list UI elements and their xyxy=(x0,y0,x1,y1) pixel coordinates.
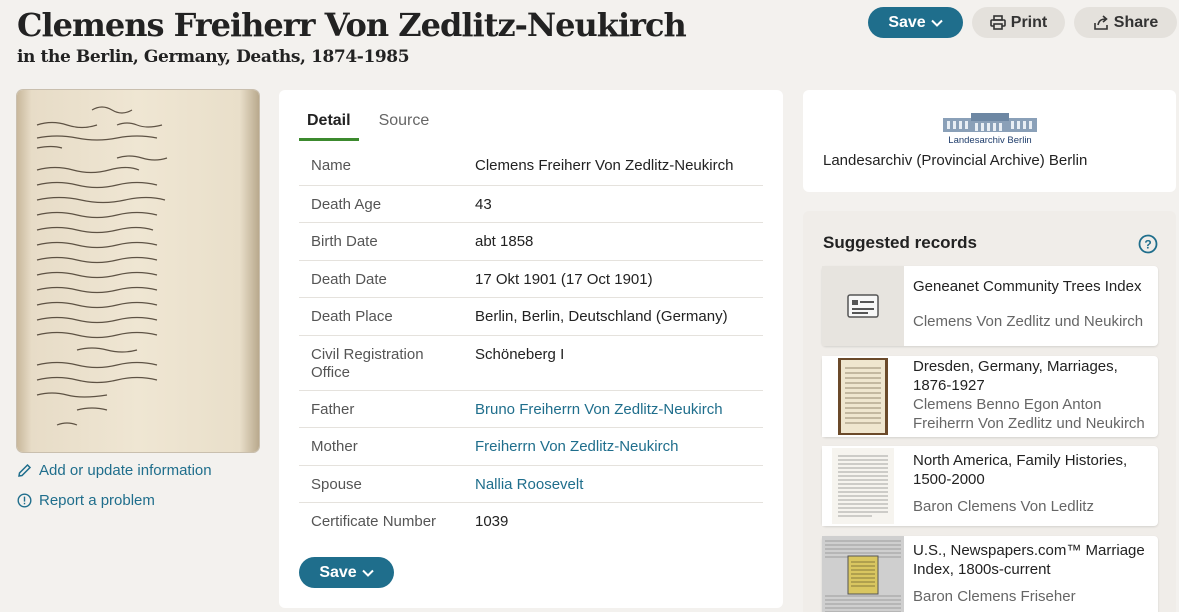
suggested-record-item[interactable]: U.S., Newspapers.com™ Marriage Index, 18… xyxy=(822,536,1158,612)
pencil-icon xyxy=(18,463,32,477)
suggested-record-title: Geneanet Community Trees Index xyxy=(913,278,1142,295)
detail-value: abt 1858 xyxy=(475,233,534,250)
suggested-record-item[interactable]: Geneanet Community Trees Index Clemens V… xyxy=(822,266,1158,346)
printed-page-image xyxy=(832,448,894,524)
detail-row-certificate: Certificate Number 1039 xyxy=(299,502,763,540)
handwritten-document-image xyxy=(36,106,168,426)
archive-card[interactable]: Landesarchiv Berlin Landesarchiv (Provin… xyxy=(803,90,1176,192)
help-icon[interactable]: ? xyxy=(1138,234,1158,254)
detail-row-spouse: Spouse Nallia Roosevelt xyxy=(299,464,763,503)
chevron-down-icon xyxy=(930,19,943,27)
record-image-thumbnail[interactable] xyxy=(17,90,259,452)
tab-bar: Detail Source xyxy=(299,110,437,141)
detail-value: 1039 xyxy=(475,513,509,530)
detail-value: Berlin, Berlin, Deutschland (Germany) xyxy=(475,308,728,325)
detail-row-father: Father Bruno Freiherrn Von Zedlitz-Neuki… xyxy=(299,389,763,428)
mother-link[interactable]: Freiherrn Von Zedlitz-Neukirch xyxy=(475,438,763,457)
suggested-record-title: Dresden, Germany, Marriages, 1876-1927 xyxy=(913,358,1118,394)
record-thumbnail xyxy=(822,356,904,437)
save-button-bottom[interactable]: Save xyxy=(299,557,394,588)
record-thumbnail xyxy=(822,266,904,346)
detail-value: 17 Okt 1901 (17 Oct 1901) xyxy=(475,270,653,288)
suggested-record-subtitle: Baron Clemens Von Ledlitz xyxy=(913,498,1094,515)
father-link[interactable]: Bruno Freiherrn Von Zedlitz-Neukirch xyxy=(475,401,763,420)
report-problem-label: Report a problem xyxy=(39,492,155,509)
spouse-link[interactable]: Nallia Roosevelt xyxy=(475,476,763,495)
detail-label: Death Date xyxy=(311,270,387,288)
detail-label: Spouse xyxy=(311,475,362,493)
suggested-record-item[interactable]: North America, Family Histories, 1500-20… xyxy=(822,446,1158,526)
detail-label: Civil Registration Office xyxy=(311,345,424,381)
print-button[interactable]: Print xyxy=(972,7,1065,38)
printer-icon xyxy=(989,15,1006,30)
suggested-record-title: U.S., Newspapers.com™ Marriage Index, 18… xyxy=(913,542,1145,578)
archive-logo-text: Landesarchiv Berlin xyxy=(948,135,1031,146)
detail-label: Death Age xyxy=(311,195,382,213)
add-update-info-label: Add or update information xyxy=(39,462,212,479)
detail-value: Clemens Freiherr Von Zedlitz-Neukirch xyxy=(475,157,734,174)
archive-name: Landesarchiv (Provincial Archive) Berlin xyxy=(823,152,1088,169)
detail-label: Mother xyxy=(311,438,358,455)
suggested-record-title: North America, Family Histories, 1500-20… xyxy=(913,452,1128,488)
detail-row-name: Name Clemens Freiherr Von Zedlitz-Neukir… xyxy=(299,147,763,185)
book-page-image xyxy=(838,358,888,435)
record-thumbnail xyxy=(822,536,904,612)
detail-row-registration-office: Civil Registration Office Schöneberg I xyxy=(299,334,763,390)
suggested-record-subtitle: Clemens Benno Egon Anton Freiherrn Von Z… xyxy=(913,396,1145,432)
chevron-down-icon xyxy=(361,569,374,577)
share-button-label: Share xyxy=(1113,13,1159,31)
add-update-info-link[interactable]: Add or update information xyxy=(17,462,212,479)
detail-row-death-place: Death Place Berlin, Berlin, Deutschland … xyxy=(299,297,763,335)
tab-detail[interactable]: Detail xyxy=(299,110,359,141)
detail-value: Schöneberg I xyxy=(475,345,565,363)
index-card-icon xyxy=(847,294,879,318)
save-button[interactable]: Save xyxy=(868,7,963,38)
detail-row-birth-date: Birth Date abt 1858 xyxy=(299,222,763,260)
detail-row-mother: Mother Freiherrn Von Zedlitz-Neukirch xyxy=(299,427,763,465)
suggested-record-subtitle: Baron Clemens Friseher xyxy=(913,588,1076,605)
detail-card: Detail Source Name Clemens Freiherr Von … xyxy=(279,90,783,608)
report-problem-link[interactable]: Report a problem xyxy=(17,492,155,509)
collection-subtitle: in the Berlin, Germany, Deaths, 1874-198… xyxy=(17,47,410,67)
detail-label: Death Place xyxy=(311,308,393,325)
tab-source[interactable]: Source xyxy=(371,110,438,141)
print-button-label: Print xyxy=(1010,13,1048,31)
suggested-records-title: Suggested records xyxy=(823,233,977,252)
save-button-label: Save xyxy=(888,13,926,31)
detail-table: Name Clemens Freiherr Von Zedlitz-Neukir… xyxy=(299,147,763,540)
suggested-record-subtitle: Clemens Von Zedlitz und Neukirch xyxy=(913,313,1144,330)
svg-text:?: ? xyxy=(1144,238,1151,252)
page-title: Clemens Freiherr Von Zedlitz-Neukirch xyxy=(17,6,687,44)
detail-value: 43 xyxy=(475,195,492,213)
alert-circle-icon xyxy=(17,493,32,508)
detail-label: Name xyxy=(311,157,352,174)
share-icon xyxy=(1093,15,1108,30)
archive-logo: Landesarchiv Berlin xyxy=(943,113,1037,146)
detail-row-death-date: Death Date 17 Okt 1901 (17 Oct 1901) xyxy=(299,259,763,298)
save-button-label: Save xyxy=(319,563,357,581)
detail-label: Birth Date xyxy=(311,233,378,250)
detail-label: Father xyxy=(311,400,355,418)
suggested-record-item[interactable]: Dresden, Germany, Marriages, 1876-1927 C… xyxy=(822,356,1158,437)
detail-row-death-age: Death Age 43 xyxy=(299,184,763,223)
share-button[interactable]: Share xyxy=(1074,7,1177,38)
record-thumbnail xyxy=(822,446,904,526)
newspaper-clipping-image xyxy=(822,536,904,612)
detail-label: Certificate Number xyxy=(311,513,437,530)
suggested-records-panel: Suggested records ? Geneanet Community T… xyxy=(803,211,1176,612)
